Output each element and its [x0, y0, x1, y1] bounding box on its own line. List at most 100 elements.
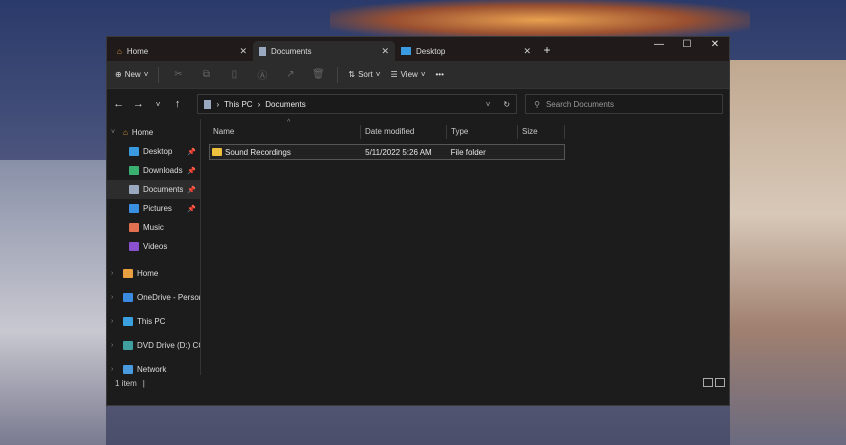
- breadcrumb-this-pc[interactable]: This PC: [224, 100, 252, 109]
- minimize-button[interactable]: —: [645, 37, 673, 55]
- close-button[interactable]: ✕: [701, 37, 729, 55]
- sidebar-item-label: Home: [131, 128, 154, 137]
- network-icon: [123, 364, 133, 374]
- close-tab-icon[interactable]: ✕: [239, 46, 247, 57]
- address-bar[interactable]: › This PC › Documents ˅ ↻: [197, 94, 518, 114]
- tab-desktop[interactable]: Desktop ✕: [395, 41, 537, 61]
- tiles-view-icon[interactable]: [715, 378, 725, 387]
- sidebar-item-videos[interactable]: Videos: [107, 237, 200, 256]
- sidebar-item-home[interactable]: ˅ ⌂ Home: [107, 123, 200, 142]
- wallpaper-glow: [330, 0, 750, 40]
- dvd-icon: [123, 340, 133, 350]
- delete-icon[interactable]: 🗑: [309, 69, 327, 80]
- downloads-icon: [129, 166, 139, 175]
- folder-icon: [212, 148, 222, 156]
- close-tab-icon[interactable]: ✕: [381, 46, 389, 57]
- sort-icon: ⇅: [348, 70, 356, 79]
- item-count: 1 item: [115, 378, 137, 388]
- sidebar-item-pictures[interactable]: Pictures 📌: [107, 199, 200, 218]
- column-date-modified[interactable]: Date modified: [361, 125, 447, 139]
- sidebar-item-label: Pictures: [143, 204, 172, 213]
- cut-icon[interactable]: ✂: [169, 69, 187, 80]
- share-icon[interactable]: ↗: [281, 69, 299, 80]
- chevron-right-icon[interactable]: ›: [111, 318, 119, 325]
- sort-ascending-icon: ^: [287, 119, 291, 126]
- documents-icon: [204, 99, 212, 109]
- sidebar-item-documents[interactable]: Documents 📌: [107, 180, 200, 199]
- file-row[interactable]: Sound Recordings 5/11/2022 5:26 AM File …: [209, 144, 565, 160]
- documents-icon: [259, 46, 266, 56]
- up-arrow-icon[interactable]: ↑: [172, 98, 184, 110]
- search-icon: ⚲: [534, 99, 540, 109]
- documents-icon: [129, 185, 139, 194]
- this-icon: [123, 316, 133, 326]
- sidebar-item-label: OneDrive - Personal: [137, 292, 200, 302]
- column-name[interactable]: Name: [209, 125, 361, 139]
- more-options-button[interactable]: •••: [435, 70, 443, 79]
- recent-chevron-icon[interactable]: ˅: [152, 100, 164, 109]
- rename-icon[interactable]: Ⓐ: [253, 67, 271, 82]
- chevron-right-icon[interactable]: ›: [111, 270, 119, 277]
- new-tab-button[interactable]: +: [537, 41, 557, 61]
- search-placeholder: Search Documents: [545, 99, 614, 109]
- sidebar-item-home[interactable]: › Home: [107, 261, 200, 285]
- sidebar-item-this-pc[interactable]: › This PC: [107, 309, 200, 333]
- sidebar-item-label: Documents: [143, 185, 184, 194]
- chevron-right-icon[interactable]: ›: [111, 294, 119, 301]
- window-controls: — ☐ ✕: [645, 37, 729, 55]
- pictures-icon: [129, 204, 139, 213]
- close-tab-icon[interactable]: ✕: [523, 46, 531, 57]
- pin-icon: 📌: [187, 186, 196, 194]
- sidebar-item-network[interactable]: › Network: [107, 357, 200, 375]
- sidebar-item-label: Videos: [143, 242, 168, 251]
- view-label: View: [400, 70, 418, 79]
- details-view-icon[interactable]: [703, 378, 713, 387]
- refresh-icon[interactable]: ↻: [503, 100, 510, 109]
- forward-arrow-icon[interactable]: →: [133, 98, 145, 110]
- sidebar-item-label: Downloads: [143, 166, 183, 175]
- tab-label: Desktop: [416, 46, 446, 56]
- breadcrumb-separator-icon: ›: [257, 99, 261, 109]
- sort-button[interactable]: ⇅ Sort ˅: [348, 70, 380, 79]
- column-size[interactable]: Size: [518, 125, 565, 139]
- divider: [337, 66, 339, 83]
- onedrive-icon: [123, 292, 133, 302]
- sidebar-item-dvd-drive-d-cccoma[interactable]: › DVD Drive (D:) CCCOMA: [107, 333, 200, 357]
- maximize-button[interactable]: ☐: [673, 37, 701, 55]
- view-button[interactable]: ☰ View ˅: [390, 70, 425, 79]
- sidebar-item-music[interactable]: Music: [107, 218, 200, 237]
- copy-icon[interactable]: ⧉: [197, 69, 215, 80]
- chevron-down-icon: ˅: [143, 70, 149, 79]
- paste-icon[interactable]: ▯: [225, 69, 243, 80]
- home-icon: ⌂: [117, 46, 122, 56]
- navigation-pane: ˅ ⌂ Home Desktop 📌 Downloads 📌 Documents 📌 Pictu…: [107, 119, 201, 375]
- breadcrumb-documents[interactable]: Documents: [265, 100, 305, 109]
- sidebar-item-desktop[interactable]: Desktop 📌: [107, 142, 200, 161]
- file-date: 5/11/2022 5:26 AM: [365, 147, 432, 157]
- tab-bar: ⌂ Home ✕ Documents ✕ Desktop ✕ + — ☐ ✕: [107, 37, 729, 61]
- chevron-right-icon[interactable]: ›: [111, 342, 119, 349]
- back-arrow-icon[interactable]: ←: [113, 98, 125, 110]
- pin-icon: 📌: [187, 205, 196, 213]
- chevron-right-icon[interactable]: ›: [111, 366, 119, 373]
- new-button[interactable]: ⊕ New ˅: [115, 70, 148, 79]
- file-type: File folder: [450, 147, 486, 157]
- sidebar-item-label: This PC: [137, 316, 166, 326]
- sidebar-item-onedrive-personal[interactable]: › OneDrive - Personal: [107, 285, 200, 309]
- status-bar: 1 item |: [107, 375, 729, 391]
- tab-home[interactable]: ⌂ Home ✕: [111, 41, 253, 61]
- sidebar-item-label: Network: [137, 364, 167, 374]
- wallpaper-left: [0, 160, 106, 445]
- desktop-icon: [401, 47, 411, 55]
- tab-documents[interactable]: Documents ✕: [253, 41, 395, 61]
- column-type[interactable]: Type: [447, 125, 518, 139]
- view-icon: ☰: [390, 70, 398, 79]
- pin-icon: 📌: [187, 148, 196, 156]
- address-dropdown-icon[interactable]: ˅: [486, 100, 491, 109]
- tab-label: Documents: [271, 46, 312, 56]
- search-input[interactable]: ⚲ Search Documents: [525, 94, 723, 114]
- chevron-down-icon[interactable]: ˅: [111, 129, 119, 136]
- plus-circle-icon: ⊕: [115, 70, 122, 79]
- sidebar-item-downloads[interactable]: Downloads 📌: [107, 161, 200, 180]
- file-explorer-window: ⌂ Home ✕ Documents ✕ Desktop ✕ + — ☐ ✕ ⊕ New ˅…: [106, 36, 730, 406]
